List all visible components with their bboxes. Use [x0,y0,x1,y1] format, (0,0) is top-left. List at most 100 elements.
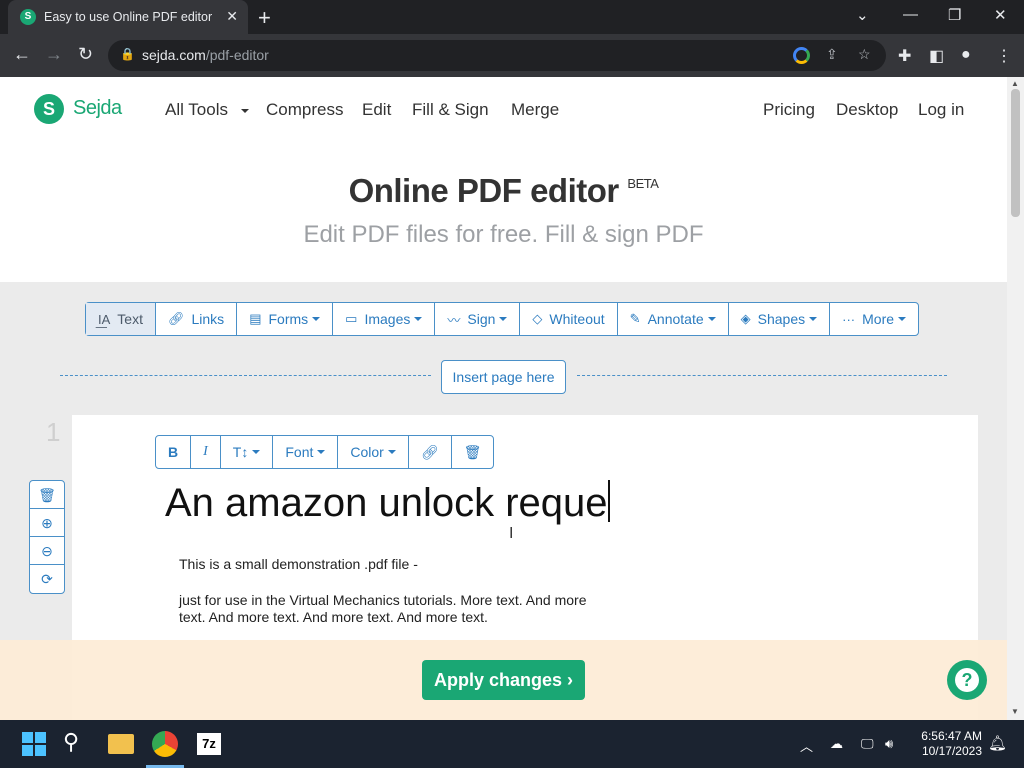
tool-annotate-button[interactable]: ✎ Annotate [618,303,729,335]
apply-changes-button[interactable]: Apply changes › [422,660,585,700]
chevron-down-icon [414,317,423,321]
nav-compress[interactable]: Compress [266,100,343,120]
profile-icon[interactable]: ● [961,46,971,64]
browser-toolbar: ← → ↻ 🔒 sejda.com/pdf-editor ⇪ ☆ ✚ ◧ ● ⋮ [0,34,1024,77]
pdf-text-line[interactable]: just for use in the Virtual Mechanics tu… [179,592,586,609]
network-icon[interactable]: 🖵 [861,736,874,752]
scroll-thumb[interactable] [1011,89,1020,217]
bold-button[interactable]: B [156,436,192,468]
close-window-icon[interactable]: ✕ [994,6,1007,24]
rotate-icon[interactable]: ⟳ [30,565,64,593]
page-title: Online PDF editor BETA [348,172,659,209]
chevron-down-icon [499,317,508,321]
pdf-heading-textbox[interactable]: An amazon unlock reque [165,480,610,526]
taskbar: ⚲ 7z ︿ ☁ 🖵 🔊︎ 6:56:47 AM 10/17/2023 🔔︎ [0,720,1024,768]
page-divider-right [577,375,947,376]
font-button[interactable]: Font [273,436,339,468]
zoom-out-icon[interactable]: ⊖ [30,537,64,565]
tab-search-chevron-icon[interactable]: ⌄ [856,6,869,24]
chevron-down-icon [809,317,818,321]
onedrive-icon[interactable]: ☁ [830,736,843,752]
signature-icon: 〰 [447,312,461,328]
browser-tab[interactable]: S Easy to use Online PDF editor ✕ [8,0,248,34]
chevron-down-icon [707,317,716,321]
italic-button[interactable]: I [191,436,221,468]
page-side-tools: 🗑︎ ⊕ ⊖ ⟳ [29,480,65,594]
tool-text-button[interactable]: I͟A Text [86,303,156,335]
new-tab-icon[interactable]: + [258,5,271,31]
notification-bell-icon[interactable]: 🔔︎ [988,734,1007,752]
tool-shapes-button[interactable]: ◈ Shapes [729,303,831,335]
chevron-down-icon [898,317,907,321]
apply-bar: Apply changes › ? [0,640,1007,720]
back-icon[interactable]: ← [13,44,31,65]
text-cursor-icon: I͟A [98,311,111,327]
page-divider-left [60,375,431,376]
bookmark-star-icon[interactable]: ☆ [858,46,871,63]
tool-more-button[interactable]: ··· More [830,303,918,335]
page-subtitle: Edit PDF files for free. Fill & sign PDF [303,221,704,248]
link-icon: 🔗︎ [167,311,185,326]
close-tab-icon[interactable]: ✕ [226,8,238,25]
chevron-down-icon [240,108,249,113]
zoom-in-icon[interactable]: ⊕ [30,509,64,537]
url-text: sejda.com/pdf-editor [142,47,269,63]
pdf-text-line[interactable]: text. And more text. And more text. And … [179,609,488,626]
hero: Online PDF editor BETA Edit PDF files fo… [0,142,1007,282]
insert-page-button[interactable]: Insert page here [441,360,566,394]
search-icon[interactable]: ⚲ [63,729,93,759]
tool-images-button[interactable]: ▭ Images [333,303,436,335]
tool-links-button[interactable]: 🔗︎ Links [156,303,238,335]
font-size-button[interactable]: T↕ [221,436,274,468]
scroll-up-icon[interactable]: ▲ [1011,79,1019,88]
browser-tab-strip: S Easy to use Online PDF editor ✕ + ⌄ — … [0,0,1024,34]
side-panel-icon[interactable]: ◧ [929,46,944,66]
nav-merge[interactable]: Merge [511,100,559,120]
address-bar[interactable]: 🔒 sejda.com/pdf-editor ⇪ ☆ [108,40,886,71]
image-icon: ▭ [345,311,358,326]
7zip-icon[interactable]: 7z [197,733,221,755]
chevron-down-icon [387,450,396,454]
restore-icon[interactable]: ❐ [948,6,961,24]
pdf-text-line[interactable]: This is a small demonstration .pdf file … [179,556,418,573]
lock-icon[interactable]: 🔒 [120,47,135,61]
nav-login[interactable]: Log in [918,100,964,120]
file-explorer-icon[interactable] [108,734,134,754]
help-chat-button[interactable]: ? [947,660,987,700]
trash-icon[interactable]: 🗑︎ [452,436,494,468]
tool-sign-button[interactable]: 〰 Sign [435,303,521,335]
minimize-icon[interactable]: — [903,6,918,23]
menu-icon[interactable]: ⋮ [996,46,1012,66]
sejda-logo-icon[interactable]: S [34,94,64,124]
nav-all-tools[interactable]: All Tools [165,100,249,120]
volume-icon[interactable]: 🔊︎ [885,736,893,752]
logo-text[interactable]: Sejda [73,97,122,120]
help-icon: ? [955,668,979,692]
show-hidden-icons-chevron-icon[interactable]: ︿ [800,736,813,755]
scroll-down-icon[interactable]: ▼ [1011,707,1019,716]
link-icon[interactable]: 🔗︎ [409,436,452,468]
chevron-down-icon [312,317,321,321]
page-scrollbar[interactable]: ▲ ▼ [1007,77,1024,720]
tool-whiteout-button[interactable]: ◇ Whiteout [520,303,618,335]
ellipsis-icon: ··· [842,311,856,327]
pencil-icon: ✎ [629,311,641,326]
windows-start-icon[interactable] [19,729,49,759]
nav-desktop[interactable]: Desktop [836,100,898,120]
chrome-icon[interactable] [152,731,178,757]
system-clock[interactable]: 6:56:47 AM 10/17/2023 [906,729,982,759]
color-button[interactable]: Color [338,436,409,468]
nav-pricing[interactable]: Pricing [763,100,815,120]
text-caret [607,480,610,522]
share-icon[interactable]: ⇪ [826,46,838,63]
nav-fill-sign[interactable]: Fill & Sign [412,100,489,120]
nav-edit[interactable]: Edit [362,100,391,120]
google-icon[interactable] [793,47,810,64]
chevron-down-icon [317,450,326,454]
editor-toolbar: I͟A Text 🔗︎ Links ▤ Forms ▭ Images 〰 Sign ◇ Wh… [85,302,920,336]
delete-page-icon[interactable]: 🗑︎ [30,481,64,509]
reload-icon[interactable]: ↻ [78,44,93,65]
forward-icon[interactable]: → [45,44,63,65]
tool-forms-button[interactable]: ▤ Forms [237,303,334,335]
extensions-icon[interactable]: ✚ [898,46,911,66]
